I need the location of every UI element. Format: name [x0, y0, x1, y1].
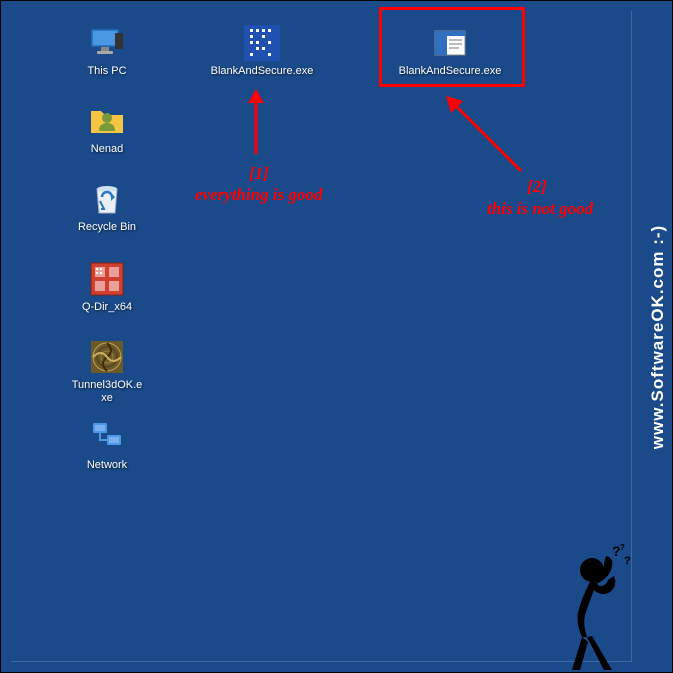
annotation-number-2: [2]	[527, 177, 547, 197]
user-folder-icon	[87, 101, 127, 141]
q-dir-icon	[87, 259, 127, 299]
blanksecure-custom-icon	[242, 23, 282, 63]
icon-label: Network	[69, 459, 145, 472]
desktop: This PC Nenad Recycle Bin	[1, 1, 672, 672]
desktop-icon-this-pc[interactable]: This PC	[69, 23, 145, 78]
icon-label: Tunnel3dOK.exe	[69, 379, 145, 405]
icon-label: BlankAndSecure.exe	[207, 65, 317, 78]
icon-label: This PC	[69, 65, 145, 78]
tunnel3d-icon	[87, 337, 127, 377]
desktop-icon-recycle-bin[interactable]: Recycle Bin	[69, 179, 145, 234]
network-icon	[87, 417, 127, 457]
icon-label: Q-Dir_x64	[69, 301, 145, 314]
desktop-icon-blanksecure-bad[interactable]: BlankAndSecure.exe	[395, 23, 505, 78]
arrow-diagonal-icon	[441, 91, 531, 181]
arrow-up-icon	[241, 89, 271, 159]
desktop-icon-q-dir[interactable]: Q-Dir_x64	[69, 259, 145, 314]
generic-exe-icon	[430, 23, 470, 63]
icon-label: Recycle Bin	[69, 221, 145, 234]
annotation-text-2: this is not good	[487, 199, 593, 219]
computer-icon	[87, 23, 127, 63]
desktop-icon-blanksecure-good[interactable]: BlankAndSecure.exe	[207, 23, 317, 78]
icon-label: Nenad	[69, 143, 145, 156]
thinker-figure-icon: ? ? ?	[532, 542, 642, 672]
desktop-icon-tunnel3d[interactable]: Tunnel3dOK.exe	[69, 337, 145, 405]
annotation-text-1: everything is good	[195, 185, 323, 205]
desktop-icon-network[interactable]: Network	[69, 417, 145, 472]
svg-text:?: ?	[620, 543, 625, 552]
annotation-number-1: [1]	[249, 164, 269, 184]
desktop-icon-user-nenad[interactable]: Nenad	[69, 101, 145, 156]
svg-text:?: ?	[624, 555, 631, 567]
watermark-text: www.SoftwareOK.com :-)	[648, 224, 668, 448]
icon-label: BlankAndSecure.exe	[395, 65, 505, 78]
recycle-bin-icon	[87, 179, 127, 219]
